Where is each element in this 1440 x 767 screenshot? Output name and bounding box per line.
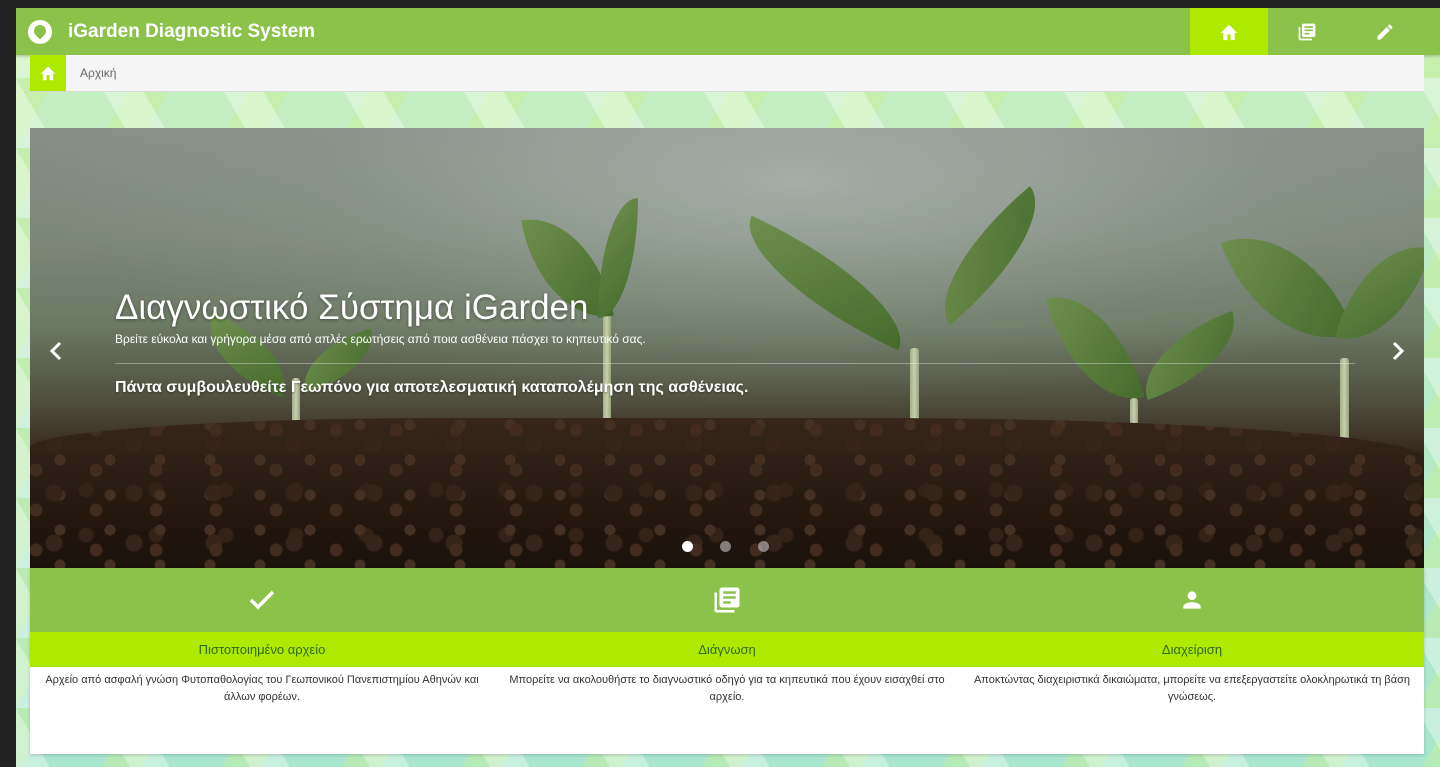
breadcrumb-home-button[interactable]	[30, 55, 66, 91]
feature-description: Αποκτώντας διαχειριστικά δικαιώματα, μπο…	[973, 674, 1411, 703]
feature-description: Μπορείτε να ακολουθήστε το διαγνωστικό ο…	[509, 674, 945, 703]
person-icon	[1183, 591, 1201, 609]
carousel-dot-1[interactable]	[682, 541, 693, 552]
breadcrumb-label[interactable]: Αρχική	[80, 66, 116, 80]
app-window: iGarden Diagnostic System Αρχική Διαγνωσ…	[16, 8, 1440, 767]
library-books-icon	[714, 587, 740, 613]
feature-certified-archive: Πιστοποιημένο αρχείο Αρχείο από ασφαλή γ…	[30, 568, 494, 754]
pencil-icon	[1377, 23, 1393, 39]
top-bar: iGarden Diagnostic System	[16, 8, 1440, 55]
carousel-title: Διαγνωστικό Σύστημα iGarden	[115, 288, 589, 327]
home-icon	[40, 66, 56, 81]
home-icon	[1220, 24, 1238, 40]
feature-label[interactable]: Πιστοποιημένο αρχείο	[30, 632, 494, 667]
carousel-next-button[interactable]	[1380, 333, 1416, 369]
carousel-dot-3[interactable]	[758, 541, 769, 552]
hero-carousel: Διαγνωστικό Σύστημα iGarden Βρείτε εύκολ…	[30, 128, 1424, 568]
nav-library-button[interactable]	[1268, 8, 1346, 55]
carousel-dot-2[interactable]	[720, 541, 731, 552]
app-title[interactable]: iGarden Diagnostic System	[68, 20, 315, 44]
breadcrumb: Αρχική	[30, 55, 1424, 92]
chevron-left-icon	[49, 341, 62, 361]
carousel-notice: Πάντα συμβουλευθείτε Γεωπόνο για αποτελε…	[115, 379, 749, 396]
carousel-indicators	[682, 541, 769, 553]
chevron-right-icon	[1392, 341, 1405, 361]
library-books-icon	[1298, 23, 1316, 40]
caption-divider	[115, 363, 1355, 364]
feature-label[interactable]: Διαχείριση	[960, 632, 1424, 667]
carousel-subtitle: Βρείτε εύκολα και γρήγορα μέσα από απλές…	[115, 332, 646, 346]
feature-management: Διαχείριση Αποκτώντας διαχειριστικά δικα…	[960, 568, 1424, 754]
feature-diagnosis: Διάγνωση Μπορείτε να ακολουθήστε το διαγ…	[494, 568, 960, 754]
nav-home-button[interactable]	[1190, 8, 1268, 55]
feature-label[interactable]: Διάγνωση	[494, 632, 960, 667]
seedling-logo-icon	[28, 20, 52, 44]
nav-edit-button[interactable]	[1346, 8, 1424, 55]
carousel-prev-button[interactable]	[38, 333, 74, 369]
features-panel: Πιστοποιημένο αρχείο Αρχείο από ασφαλή γ…	[30, 568, 1424, 754]
feature-description: Αρχείο από ασφαλή γνώση Φυτοπαθολογίας τ…	[45, 674, 479, 703]
check-icon	[249, 590, 275, 610]
